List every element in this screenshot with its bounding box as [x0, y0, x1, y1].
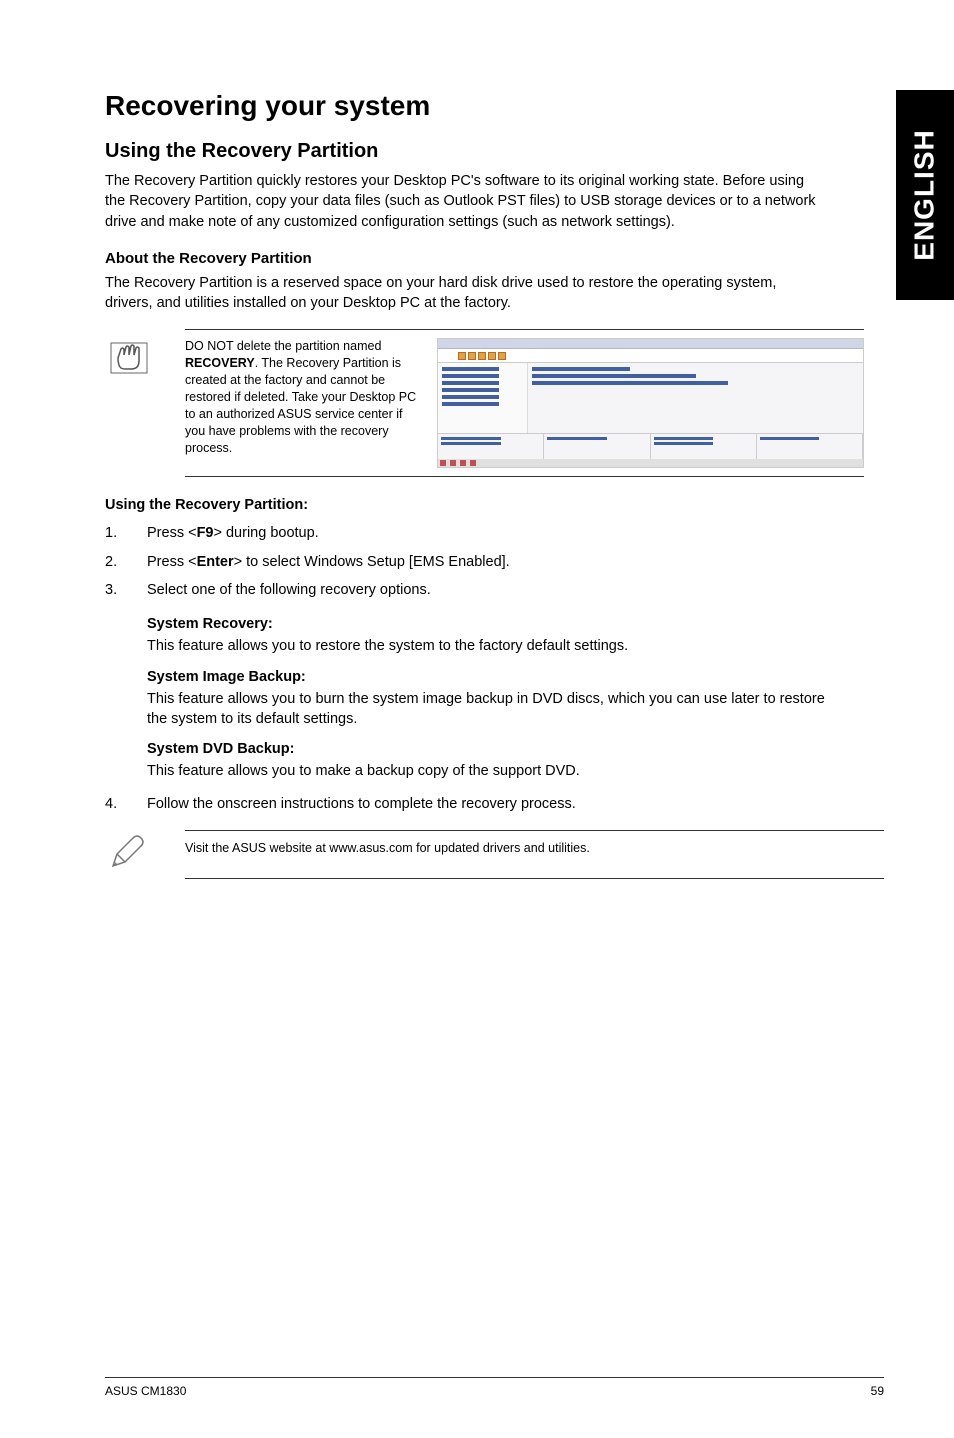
main-heading: Recovering your system [105, 90, 884, 122]
disk-management-screenshot [437, 338, 864, 468]
step-number: 2. [105, 552, 147, 572]
page-content: ENGLISH Recovering your system Using the… [0, 0, 954, 1438]
option-title: System Image Backup: [147, 669, 884, 685]
warning-text: DO NOT delete the partition named RECOVE… [185, 338, 425, 468]
step-number: 4. [105, 794, 147, 814]
step-1: 1. Press <F9> during bootup. [105, 523, 884, 543]
step-body: Press <Enter> to select Windows Setup [E… [147, 552, 884, 572]
step-3: 3. Select one of the following recovery … [105, 580, 884, 600]
option-body: This feature allows you to restore the s… [147, 636, 884, 656]
steps-list: 1. Press <F9> during bootup. 2. Press <E… [105, 523, 884, 600]
step-body: Press <F9> during bootup. [147, 523, 884, 543]
footer-page-number: 59 [871, 1384, 884, 1398]
option-body: This feature allows you to make a backup… [147, 761, 884, 781]
step-4: 4. Follow the onscreen instructions to c… [105, 794, 884, 814]
tip-text: Visit the ASUS website at www.asus.com f… [185, 830, 884, 879]
language-tab-text: ENGLISH [909, 129, 941, 260]
option-system-dvd-backup: System DVD Backup: This feature allows y… [147, 741, 884, 781]
option-title: System DVD Backup: [147, 741, 884, 757]
intro-paragraph: The Recovery Partition quickly restores … [105, 171, 884, 232]
warning-hand-icon [105, 329, 165, 477]
tip-note: Visit the ASUS website at www.asus.com f… [105, 830, 884, 879]
footer-model: ASUS CM1830 [105, 1384, 186, 1398]
step-body: Select one of the following recovery opt… [147, 580, 884, 600]
step-body: Follow the onscreen instructions to comp… [147, 794, 884, 814]
step-2: 2. Press <Enter> to select Windows Setup… [105, 552, 884, 572]
about-paragraph: The Recovery Partition is a reserved spa… [105, 273, 884, 314]
pencil-icon [105, 830, 165, 879]
warning-content-row: DO NOT delete the partition named RECOVE… [185, 329, 864, 477]
steps-list-continued: 4. Follow the onscreen instructions to c… [105, 794, 884, 814]
option-system-recovery: System Recovery: This feature allows you… [147, 616, 884, 656]
subsection-heading: About the Recovery Partition [105, 250, 884, 267]
warning-text-bold: RECOVERY [185, 356, 255, 370]
page-footer: ASUS CM1830 59 [105, 1377, 884, 1398]
using-partition-heading: Using the Recovery Partition: [105, 497, 884, 513]
step-number: 3. [105, 580, 147, 600]
option-title: System Recovery: [147, 616, 884, 632]
step-number: 1. [105, 523, 147, 543]
warning-text-post: . The Recovery Partition is created at t… [185, 356, 416, 454]
language-tab: ENGLISH [896, 90, 954, 300]
option-system-image-backup: System Image Backup: This feature allows… [147, 669, 884, 730]
warning-text-pre: DO NOT delete the partition named [185, 339, 381, 353]
option-body: This feature allows you to burn the syst… [147, 689, 884, 730]
section-heading: Using the Recovery Partition [105, 140, 884, 163]
warning-note: DO NOT delete the partition named RECOVE… [105, 329, 884, 477]
